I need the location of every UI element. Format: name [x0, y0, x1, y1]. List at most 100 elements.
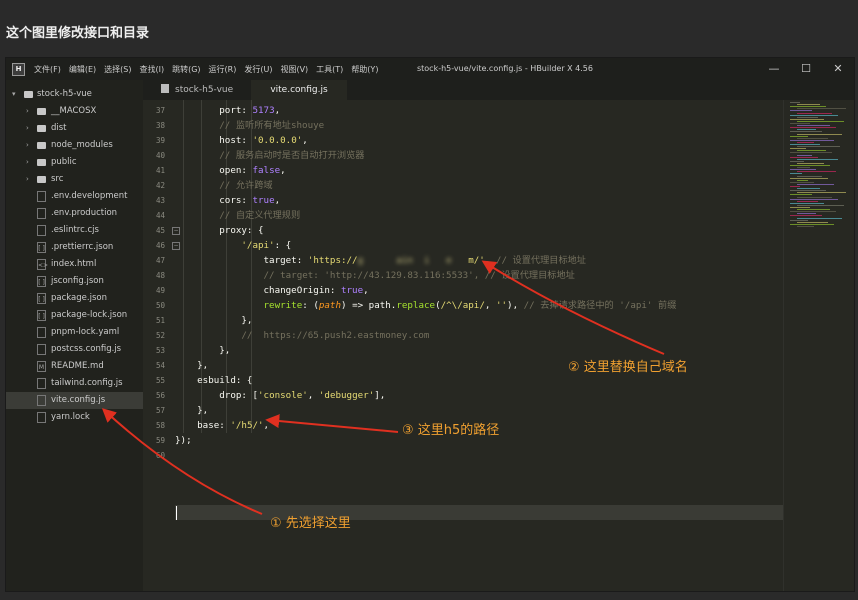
code-token: '0.0.0.0' [252, 135, 303, 146]
tree-file-item[interactable]: [ ] .prettierrc.json [6, 239, 143, 256]
tab-vite-config-label: vite.config.js [270, 85, 328, 95]
chevron-right-icon[interactable]: › [26, 171, 29, 188]
minimap-line [797, 137, 828, 139]
code-area[interactable]: port: 5173, // 监听所有地址shouye host: '0.0.0… [175, 100, 783, 591]
minimap-line [790, 106, 826, 108]
tree-root-project[interactable]: ▾ stock-h5-vue [6, 86, 143, 103]
folder-icon [37, 159, 46, 166]
tree-file-item[interactable]: postcss.config.js [6, 341, 143, 358]
minimap-line [790, 223, 834, 225]
tree-file-item[interactable]: yarn.lock [6, 409, 143, 426]
minimap-line [790, 123, 810, 124]
menu-item[interactable]: 发行(U) [240, 64, 276, 75]
tree-folder-item[interactable]: › dist [6, 120, 143, 137]
file-icon [37, 412, 46, 423]
menu-item[interactable]: 视图(V) [276, 64, 312, 75]
minimize-icon[interactable]: — [758, 58, 790, 80]
code-line: }, [175, 343, 230, 358]
tree-file-item[interactable]: .env.development [6, 188, 143, 205]
line-number: 48 [155, 271, 165, 280]
code-token: drop: [ [219, 390, 258, 401]
line-number: 53 [155, 346, 165, 355]
tree-file-item[interactable]: [ ] package.json [6, 290, 143, 307]
menu-item[interactable]: 帮助(Y) [347, 64, 382, 75]
tab-vite-config[interactable]: vite.config.js [251, 80, 347, 100]
tree-file-item[interactable]: .eslintrc.cjs [6, 222, 143, 239]
code-token: true [252, 195, 275, 206]
minimap-line [790, 152, 832, 154]
minimap-line [797, 154, 812, 156]
chevron-right-icon[interactable]: › [26, 120, 29, 137]
minimap-line [790, 139, 834, 141]
code-line: rewrite: (path) => path.replace(/^\/api/… [175, 298, 677, 313]
close-icon[interactable]: ✕ [822, 58, 854, 80]
minimap-line [790, 190, 826, 192]
minimap-line [797, 150, 826, 152]
maximize-icon[interactable]: ☐ [790, 58, 822, 80]
minimap-line [797, 167, 810, 169]
minimap-line [797, 112, 832, 114]
minimap-line [790, 211, 836, 213]
text-cursor [176, 506, 177, 520]
menu-item[interactable]: 编辑(E) [65, 64, 100, 75]
minimap-line [797, 179, 808, 181]
tree-file-item[interactable]: .env.production [6, 205, 143, 222]
tree-folder-item[interactable]: › src [6, 171, 143, 188]
project-explorer: ▾ stock-h5-vue › __MACOSX › dist › node_modul… [6, 80, 143, 591]
menu-item[interactable]: 工具(T) [312, 64, 347, 75]
chevron-right-icon[interactable]: › [26, 137, 29, 154]
code-token: // https://65.push2.eastmoney.com [241, 330, 430, 341]
tree-file-item[interactable]: tailwind.config.js [6, 375, 143, 392]
menu-item[interactable]: 文件(F) [30, 64, 65, 75]
fold-toggle-icon[interactable]: − [172, 227, 180, 235]
menu-item[interactable]: 跳转(G) [168, 64, 204, 75]
minimap-line [790, 118, 824, 120]
minimap[interactable] [783, 100, 854, 591]
line-number: 41 [155, 166, 165, 175]
tab-project[interactable]: stock-h5-vue [151, 80, 251, 100]
code-token: base: [197, 420, 231, 431]
chevron-down-icon[interactable]: ▾ [12, 86, 16, 103]
code-token: : { [274, 240, 292, 251]
tree-folder-item[interactable]: › __MACOSX [6, 103, 143, 120]
line-number: 44 [155, 211, 165, 220]
tree-file-item[interactable]: pnpm-lock.yaml [6, 324, 143, 341]
code-token: host: [219, 135, 253, 146]
line-number: 58 [155, 421, 165, 430]
line-number: 56 [155, 391, 165, 400]
code-token: , [302, 135, 308, 146]
code-token: , [363, 285, 369, 296]
minimap-line [797, 192, 846, 194]
tree-folder-item[interactable]: › public [6, 154, 143, 171]
minimap-line [797, 125, 830, 127]
folder-icon [37, 142, 46, 149]
tree-file-item[interactable]: [ ] package-lock.json [6, 307, 143, 324]
line-number: 59 [155, 436, 165, 445]
code-token: , [484, 300, 496, 311]
code-line: }); [175, 433, 192, 448]
menu-item[interactable]: 查找(I) [135, 64, 168, 75]
tree-file-item[interactable]: M README.md [6, 358, 143, 375]
tree-folder-item[interactable]: › node_modules [6, 137, 143, 154]
code-token: // 监听所有地址shouye [219, 120, 325, 131]
code-token: }); [175, 435, 192, 446]
tree-item-label: .prettierrc.json [51, 242, 114, 252]
chevron-right-icon[interactable]: › [26, 154, 29, 171]
code-token: m/' [468, 255, 485, 266]
tree-item-label: node_modules [51, 140, 113, 150]
menu-item[interactable]: 选择(S) [100, 64, 135, 75]
minimap-line [797, 217, 842, 219]
code-token: '/api' [241, 240, 275, 251]
menu-item[interactable]: 运行(R) [205, 64, 241, 75]
folder-icon [24, 91, 33, 98]
fold-toggle-icon[interactable]: − [172, 242, 180, 250]
tree-file-item[interactable]: vite.config.js [6, 392, 143, 409]
tree-file-item[interactable]: <> index.html [6, 256, 143, 273]
chevron-right-icon[interactable]: › [26, 103, 29, 120]
tree-item-label: README.md [51, 361, 104, 371]
tree-file-item[interactable]: [ ] jsconfig.json [6, 273, 143, 290]
line-number: 40 [155, 151, 165, 160]
